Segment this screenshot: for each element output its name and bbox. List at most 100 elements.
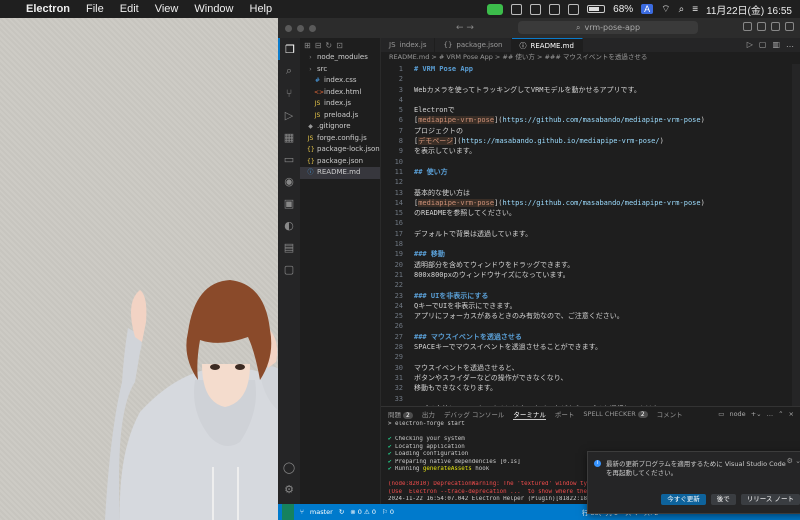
panel-tab[interactable]: 問題 2 <box>388 409 413 419</box>
code-line[interactable]: 9 を表示しています。 <box>381 146 800 156</box>
panel-tab[interactable]: デバッグ コンソール <box>444 409 505 419</box>
code-line[interactable]: 1 # VRM Pose App <box>381 64 800 74</box>
close-window-icon[interactable] <box>285 24 292 32</box>
code-line[interactable]: 12 <box>381 177 800 187</box>
code-line[interactable]: 31 ボタンやスライダーなどの操作ができなくなり、 <box>381 373 800 383</box>
code-line[interactable]: 28 SPACEキーでマウスイベントを透過させることができます。 <box>381 342 800 352</box>
file-tree-item[interactable]: JS preload.js <box>300 110 380 122</box>
code-line[interactable]: 21 800x800pxのウィンドウサイズになっています。 <box>381 270 800 280</box>
settings-gear-icon[interactable]: ⚙ <box>278 478 300 500</box>
menu-window[interactable]: Window <box>186 3 241 15</box>
toggle-panel-icon[interactable] <box>757 22 766 31</box>
layout-icon[interactable] <box>785 22 794 31</box>
update-now-button[interactable]: 今すぐ更新 <box>661 494 706 505</box>
run-icon[interactable]: ▷ <box>747 38 753 52</box>
docker-icon[interactable]: ▣ <box>278 192 300 214</box>
more-actions-icon[interactable]: … <box>767 410 774 418</box>
new-terminal-icon[interactable]: +⌄ <box>751 410 762 418</box>
code-line[interactable]: 7 プロジェクトの <box>381 126 800 136</box>
release-notes-button[interactable]: リリース ノート <box>740 494 800 505</box>
file-tree-item[interactable]: ⓘ README.md <box>300 167 380 179</box>
code-line[interactable]: 30 マウスイベントを透過させると、 <box>381 363 800 373</box>
file-tree-item[interactable]: › src <box>300 64 380 76</box>
ports-count[interactable]: ⚐ 0 <box>382 508 394 516</box>
panel-tab[interactable]: 出力 <box>422 409 435 419</box>
problems-count[interactable]: ⊗ 0 ⚠ 0 <box>350 508 376 516</box>
code-line[interactable]: 2 <box>381 74 800 84</box>
wifi-icon[interactable]: ⌔ <box>661 3 670 16</box>
menu-app-name[interactable]: Electron <box>18 3 78 15</box>
close-panel-icon[interactable]: × <box>789 410 794 418</box>
collapse-all-icon[interactable]: ⊡ <box>336 41 343 50</box>
zoom-window-icon[interactable] <box>309 24 316 32</box>
menu-file[interactable]: File <box>78 3 112 15</box>
editor-tab[interactable]: {} package.json <box>435 38 512 52</box>
control-center-icon[interactable]: ≡ <box>692 4 698 15</box>
tray-icon[interactable] <box>568 3 580 15</box>
accounts-icon[interactable]: ◯ <box>278 456 300 478</box>
editor-tab[interactable]: ⓘ README.md <box>511 38 583 52</box>
menu-help[interactable]: Help <box>242 3 281 15</box>
code-line[interactable]: 10 <box>381 157 800 167</box>
file-tree-item[interactable]: {} package-lock.json <box>300 144 380 156</box>
code-line[interactable]: 6 [mediapipe-vrm-pose](https://github.com… <box>381 115 800 125</box>
minimize-window-icon[interactable] <box>297 24 304 32</box>
testing-icon[interactable]: ◉ <box>278 170 300 192</box>
code-line[interactable]: 8 [デモページ](https://masabando.github.io/med… <box>381 136 800 146</box>
code-line[interactable]: 22 <box>381 280 800 290</box>
preview-icon[interactable]: ▢ <box>759 38 767 52</box>
file-tree-item[interactable]: # index.css <box>300 75 380 87</box>
menu-edit[interactable]: Edit <box>112 3 147 15</box>
search-icon[interactable]: ⌕ <box>679 4 685 15</box>
code-line[interactable]: 24 QキーでUIを非表示にできます。 <box>381 301 800 311</box>
code-lines[interactable]: 1 # VRM Pose App 2 3 Webカメラを使ってトラッキングしてVRMモデ… <box>381 64 800 424</box>
code-line[interactable]: 25 アプリにフォーカスがあるときのみ有効なので、ご注意ください。 <box>381 311 800 321</box>
github-icon[interactable]: ◐ <box>278 214 300 236</box>
split-editor-icon[interactable]: ▥ <box>772 38 780 52</box>
code-line[interactable]: 23 ### UIを非表示にする <box>381 291 800 301</box>
file-tree-item[interactable]: <>index.html <box>300 87 380 99</box>
code-line[interactable]: 19 ### 移動 <box>381 249 800 259</box>
panel-tab[interactable]: コメント <box>657 409 683 419</box>
camera-indicator-icon[interactable] <box>487 3 504 15</box>
code-line[interactable]: 11 ## 使い方 <box>381 167 800 177</box>
maximize-panel-icon[interactable]: ⌃ <box>778 410 783 418</box>
code-line[interactable]: 27 ### マウスイベントを透過させる <box>381 332 800 342</box>
toggle-sidebar-icon[interactable] <box>743 22 752 31</box>
code-line[interactable]: 4 <box>381 95 800 105</box>
run-debug-icon[interactable]: ▷ <box>278 104 300 126</box>
sync-icon[interactable]: ↻ <box>339 508 344 516</box>
editor-scrollbar[interactable] <box>792 64 800 406</box>
file-tree-item[interactable]: {} package.json <box>300 156 380 168</box>
panel-tab[interactable]: ポート <box>555 409 575 419</box>
tray-icon[interactable] <box>530 3 542 15</box>
code-line[interactable]: 3 Webカメラを使ってトラッキングしてVRMモデルを動かせるアプリです。 <box>381 85 800 95</box>
code-line[interactable]: 33 <box>381 394 800 404</box>
source-control-icon[interactable]: ⑂ <box>278 82 300 104</box>
code-line[interactable]: 20 透明部分を含めてウィンドウをドラッグできます。 <box>381 260 800 270</box>
new-file-icon[interactable]: ⊞ <box>304 41 311 50</box>
later-button[interactable]: 後で <box>710 494 736 505</box>
toggle-secondary-sidebar-icon[interactable] <box>771 22 780 31</box>
code-line[interactable]: 32 移動もできなくなります。 <box>381 383 800 393</box>
code-line[interactable]: 15 のREADMEを参照してください。 <box>381 208 800 218</box>
file-tree-item[interactable]: JS index.js <box>300 98 380 110</box>
panel-tab[interactable]: SPELL CHECKER 2 <box>583 410 648 418</box>
code-line[interactable]: 26 <box>381 321 800 331</box>
remote-explorer-icon[interactable]: ▭ <box>278 148 300 170</box>
code-line[interactable]: 16 <box>381 218 800 228</box>
explorer-icon[interactable]: ❐ <box>278 38 300 60</box>
input-source-badge[interactable]: A <box>641 4 654 14</box>
extensions-icon[interactable]: ▦ <box>278 126 300 148</box>
menu-view[interactable]: View <box>147 3 187 15</box>
file-tree-item[interactable]: JS forge.config.js <box>300 133 380 145</box>
tray-icon[interactable] <box>549 3 561 15</box>
command-center-search[interactable]: ⌕ vrm-pose-app <box>518 21 698 34</box>
nav-arrows-icon[interactable]: ← → <box>456 23 474 33</box>
code-line[interactable]: 14 [mediapipe-vrm-pose](https://github.co… <box>381 198 800 208</box>
more-actions-icon[interactable]: … <box>786 38 794 52</box>
clock[interactable]: 11月22日(金) 16:55 <box>706 2 792 17</box>
code-line[interactable]: 29 <box>381 352 800 362</box>
git-branch[interactable]: master <box>310 508 333 516</box>
code-line[interactable]: 17 デフォルトで背景は透過しています。 <box>381 229 800 239</box>
